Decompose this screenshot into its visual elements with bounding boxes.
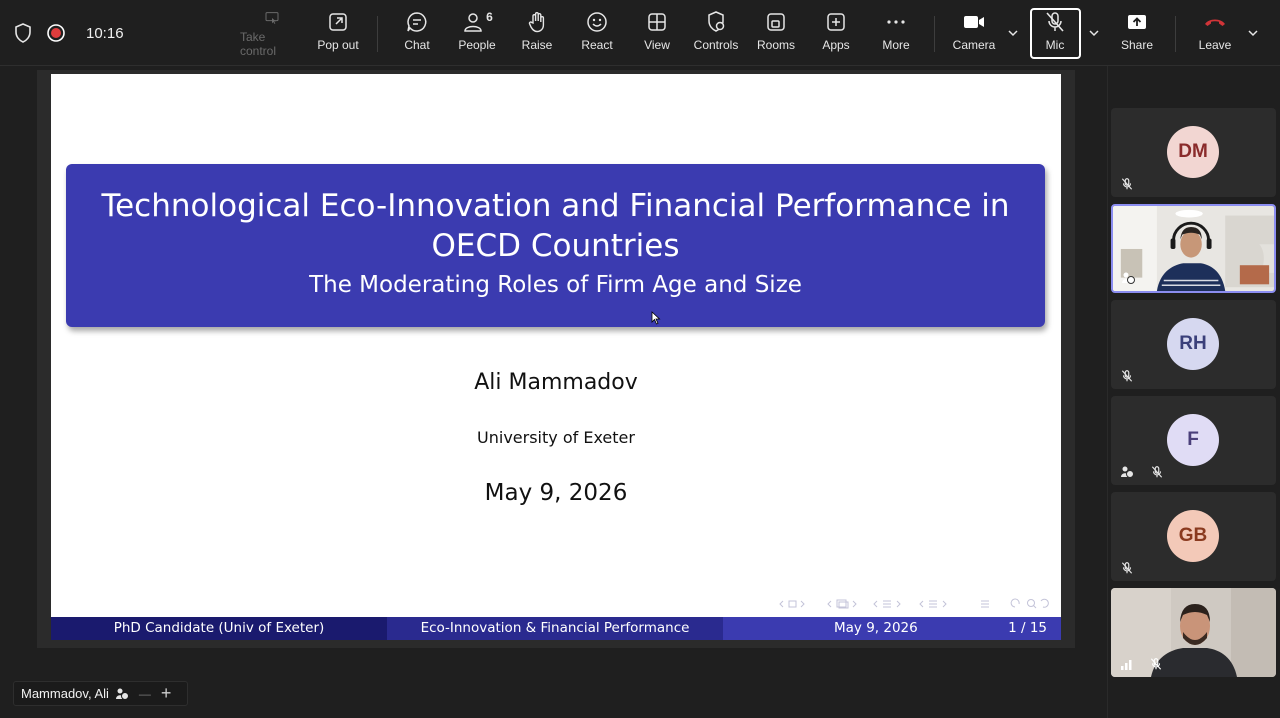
pop-out-icon bbox=[329, 13, 347, 31]
self-video-tile[interactable] bbox=[1111, 588, 1276, 677]
leave-options-chevron-icon[interactable] bbox=[1246, 26, 1260, 40]
slide-institute: University of Exeter bbox=[477, 428, 635, 447]
mic-muted-icon bbox=[1121, 178, 1133, 190]
avatar: RH bbox=[1167, 318, 1219, 370]
mic-label: Mic bbox=[1045, 38, 1065, 52]
footer-right: May 9, 2026 1 / 15 bbox=[723, 617, 1061, 640]
hang-up-icon bbox=[1205, 19, 1225, 26]
participant-tile[interactable]: RH bbox=[1111, 300, 1276, 389]
apps-label: Apps bbox=[822, 38, 850, 52]
camera-icon bbox=[964, 16, 984, 28]
mic-muted-icon bbox=[1151, 466, 1163, 478]
share-button[interactable]: Share bbox=[1120, 10, 1154, 58]
mic-muted-icon bbox=[1046, 12, 1064, 32]
participant-badge-icon bbox=[1121, 466, 1134, 478]
mic-muted-icon bbox=[1121, 562, 1133, 574]
apps-button[interactable]: Apps bbox=[820, 10, 852, 58]
camera-label: Camera bbox=[952, 38, 996, 52]
recording-icon bbox=[47, 24, 65, 42]
participant-video bbox=[1113, 206, 1274, 291]
chat-button[interactable]: Chat bbox=[400, 10, 434, 58]
participant-tile[interactable]: F bbox=[1111, 396, 1276, 485]
mouse-cursor-icon bbox=[651, 311, 661, 325]
camera-button[interactable]: Camera bbox=[952, 10, 996, 58]
slide-date: May 9, 2026 bbox=[484, 480, 628, 506]
share-icon bbox=[1128, 15, 1146, 29]
title-block: Technological Eco-Innovation and Financi… bbox=[66, 164, 1045, 327]
footer-title: Eco-Innovation & Financial Performance bbox=[387, 617, 723, 640]
beamer-navigation-icons bbox=[779, 598, 1049, 609]
pop-out-button[interactable]: Pop out bbox=[316, 10, 360, 58]
take-control-icon bbox=[265, 12, 279, 24]
people-icon-group: 6 bbox=[461, 10, 493, 38]
take-control-button[interactable]: Take control bbox=[240, 10, 304, 58]
self-video bbox=[1111, 588, 1276, 677]
mic-options-chevron-icon[interactable] bbox=[1087, 26, 1101, 40]
avatar: F bbox=[1167, 414, 1219, 466]
presenter-name-tag[interactable]: Mammadov, Ali — + bbox=[13, 681, 188, 706]
mic-muted-icon bbox=[1150, 658, 1162, 670]
meeting-toolbar: 10:16 Take control Pop out Chat 6 People… bbox=[0, 0, 1280, 66]
meeting-timer: 10:16 bbox=[86, 24, 124, 42]
camera-options-chevron-icon[interactable] bbox=[1006, 26, 1020, 40]
presenter-badge-icon bbox=[115, 688, 129, 700]
chat-label: Chat bbox=[404, 38, 430, 52]
rooms-icon bbox=[767, 13, 785, 31]
smiley-icon bbox=[587, 12, 607, 32]
toolbar-divider bbox=[377, 16, 378, 52]
people-count: 6 bbox=[486, 10, 493, 24]
raise-hand-button[interactable]: Raise bbox=[520, 10, 554, 58]
leave-button[interactable]: Leave bbox=[1198, 10, 1232, 58]
shield-icon[interactable] bbox=[14, 23, 32, 43]
people-button[interactable]: 6 People bbox=[456, 10, 498, 58]
controls-label: Controls bbox=[693, 38, 739, 52]
view-label: View bbox=[644, 38, 670, 52]
rooms-button[interactable]: Rooms bbox=[756, 10, 796, 58]
raise-label: Raise bbox=[521, 38, 553, 52]
people-label: People bbox=[458, 38, 496, 52]
shield-gear-icon bbox=[708, 11, 725, 32]
share-label: Share bbox=[1120, 38, 1154, 52]
participant-tile[interactable]: DM bbox=[1111, 108, 1276, 197]
slide-footer: PhD Candidate (Univ of Exeter) Eco-Innov… bbox=[51, 617, 1061, 640]
react-label: React bbox=[581, 38, 613, 52]
footer-page-number: 1 / 15 bbox=[1008, 620, 1047, 636]
participant-badge-icon bbox=[1122, 272, 1135, 284]
toolbar-divider bbox=[1175, 16, 1176, 52]
leave-label: Leave bbox=[1198, 38, 1232, 52]
participant-tile-active-speaker[interactable] bbox=[1111, 204, 1276, 293]
people-icon bbox=[464, 13, 482, 32]
presentation-slide: Technological Eco-Innovation and Financi… bbox=[51, 74, 1061, 640]
hand-icon bbox=[528, 12, 545, 33]
more-label: More bbox=[882, 38, 910, 52]
presenter-name: Mammadov, Ali bbox=[21, 686, 109, 701]
footer-author: PhD Candidate (Univ of Exeter) bbox=[51, 617, 387, 640]
zoom-out-button[interactable]: — bbox=[139, 687, 151, 701]
mic-button[interactable]: Mic bbox=[1038, 10, 1072, 58]
react-button[interactable]: React bbox=[580, 10, 614, 58]
toolbar-divider bbox=[934, 16, 935, 52]
slide-author: Ali Mammadov bbox=[474, 370, 638, 395]
view-button[interactable]: View bbox=[640, 10, 674, 58]
controls-button[interactable]: Controls bbox=[692, 10, 740, 58]
mic-muted-icon bbox=[1121, 370, 1133, 382]
avatar: GB bbox=[1167, 510, 1219, 562]
grid-icon bbox=[648, 13, 666, 31]
add-app-icon bbox=[827, 13, 845, 31]
toolbar-left: 10:16 bbox=[14, 0, 124, 66]
signal-strength-icon bbox=[1121, 660, 1132, 670]
chat-icon bbox=[407, 12, 427, 32]
slide-title: Technological Eco-Innovation and Financi… bbox=[101, 188, 1010, 264]
pop-out-label: Pop out bbox=[317, 38, 359, 52]
zoom-in-button[interactable]: + bbox=[161, 683, 172, 704]
ellipsis-icon bbox=[887, 20, 905, 24]
slide-subtitle: The Moderating Roles of Firm Age and Siz… bbox=[309, 272, 802, 298]
rooms-label: Rooms bbox=[756, 38, 795, 52]
footer-date: May 9, 2026 bbox=[834, 620, 918, 636]
avatar: DM bbox=[1167, 126, 1219, 178]
take-control-label: Take control bbox=[240, 30, 277, 58]
more-button[interactable]: More bbox=[880, 10, 912, 58]
participant-tile[interactable]: GB bbox=[1111, 492, 1276, 581]
